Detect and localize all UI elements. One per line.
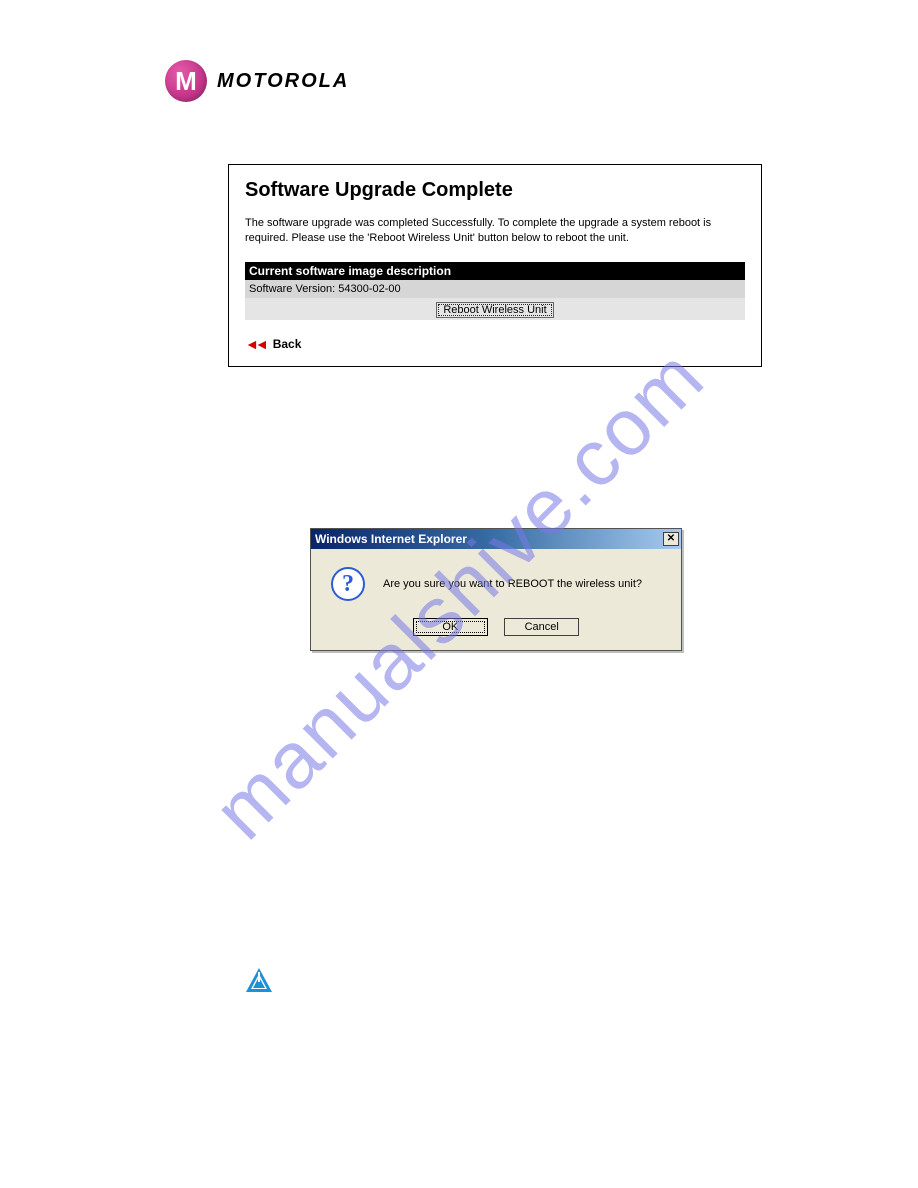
back-label: Back bbox=[273, 337, 302, 351]
back-arrows-icon: ◄◄ bbox=[245, 336, 265, 352]
question-icon: ? bbox=[331, 567, 365, 601]
note-triangle-icon bbox=[246, 968, 272, 992]
dialog-body: ? Are you sure you want to REBOOT the wi… bbox=[311, 549, 681, 611]
panel-title: Software Upgrade Complete bbox=[245, 179, 745, 202]
software-version-row: Software Version: 54300-02-00 bbox=[245, 280, 745, 298]
dialog-button-row: OK Cancel bbox=[311, 611, 681, 650]
reboot-confirm-dialog: Windows Internet Explorer ✕ ? Are you su… bbox=[310, 528, 682, 651]
brand-logo: M MOTOROLA bbox=[165, 60, 349, 102]
version-value: 54300-02-00 bbox=[338, 283, 400, 295]
dialog-title: Windows Internet Explorer bbox=[315, 532, 467, 546]
panel-message: The software upgrade was completed Succe… bbox=[245, 216, 745, 246]
software-upgrade-panel: Software Upgrade Complete The software u… bbox=[228, 164, 762, 367]
brand-name: MOTOROLA bbox=[217, 70, 349, 93]
reboot-button-row: Reboot Wireless Unit bbox=[245, 298, 745, 320]
back-link[interactable]: ◄◄ Back bbox=[245, 336, 745, 352]
cancel-button[interactable]: Cancel bbox=[504, 618, 579, 636]
ok-button[interactable]: OK bbox=[413, 618, 488, 636]
version-label: Software Version: bbox=[249, 283, 335, 295]
motorola-batwing-icon: M bbox=[165, 60, 207, 102]
dialog-message: Are you sure you want to REBOOT the wire… bbox=[383, 578, 642, 590]
close-icon[interactable]: ✕ bbox=[663, 532, 679, 546]
image-description-header: Current software image description bbox=[245, 262, 745, 280]
reboot-wireless-unit-button[interactable]: Reboot Wireless Unit bbox=[436, 302, 553, 318]
dialog-titlebar: Windows Internet Explorer ✕ bbox=[311, 529, 681, 549]
